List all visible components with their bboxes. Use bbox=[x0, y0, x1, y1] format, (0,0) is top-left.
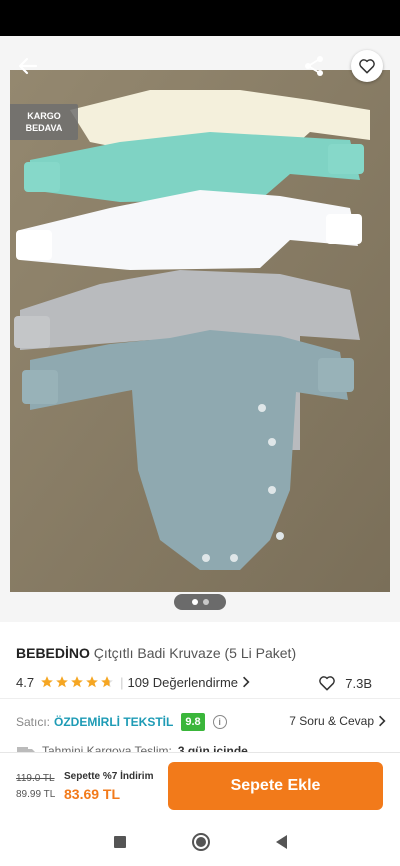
star-icon bbox=[41, 676, 53, 688]
back-triangle-icon[interactable] bbox=[275, 835, 287, 849]
review-count[interactable]: 109 Değerlendirme bbox=[127, 675, 238, 690]
badge-line-1: KARGO bbox=[27, 111, 61, 121]
rating-stars bbox=[40, 675, 115, 689]
seller-score-badge: 9.8 bbox=[181, 713, 205, 731]
status-bar bbox=[0, 0, 400, 36]
favorite-button[interactable] bbox=[351, 50, 383, 82]
arrow-left-icon bbox=[18, 57, 38, 75]
divider bbox=[0, 698, 400, 699]
bodysuits-photo bbox=[10, 70, 390, 592]
pager-dot[interactable] bbox=[202, 599, 209, 605]
qa-link[interactable]: 7 Soru & Cevap bbox=[289, 714, 386, 728]
qa-link-label[interactable]: 7 Soru & Cevap bbox=[289, 714, 374, 728]
share-icon bbox=[305, 56, 323, 76]
seller-name[interactable]: ÖZDEMİRLİ TEKSTİL bbox=[54, 715, 173, 729]
purchase-bar: 119.0 TL 89.99 TL Sepette %7 İndirim 83.… bbox=[0, 752, 400, 818]
product-gallery[interactable]: KARGO BEDAVA bbox=[0, 36, 400, 622]
heart-outline-icon[interactable] bbox=[317, 673, 337, 693]
system-nav-bar bbox=[0, 818, 400, 866]
brand-name[interactable]: BEBEDİNO bbox=[16, 645, 90, 661]
home-icon[interactable] bbox=[191, 833, 210, 851]
product-image[interactable] bbox=[10, 70, 390, 592]
seller-label: Satıcı: bbox=[16, 715, 51, 729]
recents-icon[interactable] bbox=[113, 836, 126, 848]
base-price: 89.99 TL bbox=[16, 789, 56, 800]
add-to-cart-button[interactable]: Sepete Ekle bbox=[168, 762, 383, 810]
chevron-right-icon bbox=[379, 715, 386, 727]
product-name: Çıtçıtlı Badi Kruvaze (5 Li Paket) bbox=[93, 645, 297, 661]
separator: | bbox=[120, 674, 124, 690]
old-price: 119.0 TL bbox=[16, 773, 55, 784]
reviews-link[interactable]: | 109 Değerlendirme bbox=[120, 675, 250, 690]
star-half-icon bbox=[101, 676, 113, 688]
heart-outline-icon bbox=[359, 59, 375, 74]
share-button[interactable] bbox=[300, 52, 328, 80]
final-price: 83.69 TL bbox=[64, 786, 121, 802]
star-icon bbox=[86, 676, 98, 688]
rating-score: 4.7 bbox=[16, 674, 35, 690]
gallery-pager[interactable] bbox=[174, 594, 226, 610]
star-icon bbox=[56, 676, 68, 688]
like-count: 7.3B bbox=[345, 675, 372, 691]
badge-line-2: BEDAVA bbox=[25, 123, 63, 133]
likes[interactable]: 7.3B bbox=[317, 673, 372, 693]
rating-row: 4.7 | 109 Değerlendirme 7.3B bbox=[16, 673, 386, 691]
basket-discount-label: Sepette %7 İndirim bbox=[64, 771, 154, 782]
info-icon[interactable]: i bbox=[212, 715, 227, 729]
free-shipping-badge: KARGO BEDAVA bbox=[10, 104, 78, 140]
chevron-right-icon bbox=[243, 676, 250, 688]
product-title: BEBEDİNO Çıtçıtlı Badi Kruvaze (5 Li Pak… bbox=[16, 645, 296, 661]
star-icon bbox=[71, 676, 83, 688]
pager-dot[interactable] bbox=[191, 599, 198, 605]
back-button[interactable] bbox=[14, 52, 42, 80]
seller-row: Satıcı: ÖZDEMİRLİ TEKSTİL 9.8 i 7 Soru &… bbox=[16, 710, 386, 734]
